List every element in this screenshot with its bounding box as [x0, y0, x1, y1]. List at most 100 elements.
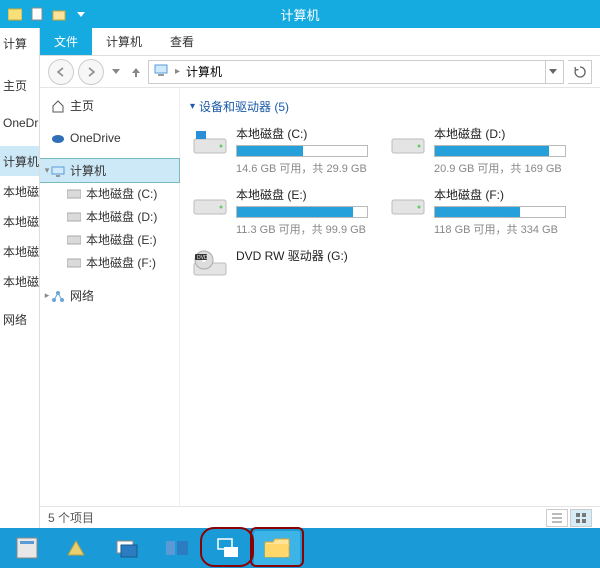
drive-icon	[66, 209, 82, 225]
content-pane: ▾ 设备和驱动器 (5) 本地磁盘 (C:) 14.6 GB 可用，共 29.9…	[180, 88, 600, 506]
up-button[interactable]	[128, 59, 144, 85]
ribbon-tab-computer[interactable]: 计算机	[92, 28, 156, 55]
drive-icon	[66, 232, 82, 248]
edge-item: 本地磁	[0, 176, 39, 206]
details-view-button[interactable]	[546, 509, 568, 527]
explorer-window: 文件 计算机 查看 ▸ 计算机	[40, 28, 600, 528]
drive-stats: 14.6 GB 可用，共 29.9 GB	[236, 160, 368, 176]
edge-item: 本地磁	[0, 206, 39, 236]
back-button[interactable]	[48, 59, 74, 85]
usage-bar	[434, 145, 566, 157]
drive-name: 本地磁盘 (E:)	[236, 186, 368, 203]
drive-icon	[390, 186, 426, 222]
taskbar-app-5[interactable]	[204, 531, 250, 565]
drive-item[interactable]: 本地磁盘 (F:) 118 GB 可用，共 334 GB	[388, 184, 568, 239]
taskbar-app-3[interactable]	[104, 531, 150, 565]
recent-dropdown-button[interactable]	[108, 59, 124, 85]
tree-drive-e[interactable]: 本地磁盘 (E:)	[40, 228, 179, 251]
drive-icon	[390, 125, 426, 161]
tree-computer[interactable]: ▾ 计算机	[40, 159, 179, 182]
drive-item[interactable]: 本地磁盘 (C:) 14.6 GB 可用，共 29.9 GB	[190, 123, 370, 178]
window-title: 计算机	[280, 5, 319, 24]
address-dropdown-button[interactable]	[545, 61, 559, 83]
dvd-drive-item[interactable]: DVD DVD RW 驱动器 (G:)	[190, 245, 370, 285]
tree-label: OneDrive	[70, 131, 121, 145]
taskbar	[0, 528, 600, 568]
file-tab[interactable]: 文件	[40, 28, 92, 55]
navigation-tree: 主页 OneDrive ▾ 计算机 本地磁盘 (C:) 本地磁盘 (D:)	[40, 88, 180, 506]
background-window-edge: 计算 主页 OneDrive 计算机 本地磁 本地磁 本地磁 本地磁 网络	[0, 28, 40, 528]
taskbar-app-2[interactable]	[54, 531, 100, 565]
tree-drive-c[interactable]: 本地磁盘 (C:)	[40, 182, 179, 205]
icons-view-button[interactable]	[570, 509, 592, 527]
drive-stats: 11.3 GB 可用，共 99.9 GB	[236, 221, 368, 237]
drive-name: 本地磁盘 (D:)	[434, 125, 566, 142]
drive-item[interactable]: 本地磁盘 (E:) 11.3 GB 可用，共 99.9 GB	[190, 184, 370, 239]
refresh-button[interactable]	[568, 60, 592, 84]
forward-button[interactable]	[78, 59, 104, 85]
address-bar[interactable]: ▸ 计算机	[148, 60, 564, 84]
edge-item: 主页	[0, 70, 39, 100]
edge-item: 本地磁	[0, 236, 39, 266]
drive-stats: 118 GB 可用，共 334 GB	[434, 221, 566, 237]
computer-icon	[153, 62, 169, 81]
tree-label: 本地磁盘 (C:)	[86, 185, 157, 202]
group-header-label: 设备和驱动器 (5)	[199, 98, 289, 115]
drive-name: DVD RW 驱动器 (G:)	[236, 247, 368, 264]
edge-item: 计算	[0, 28, 39, 58]
usage-bar	[434, 206, 566, 218]
drive-stats: 20.9 GB 可用，共 169 GB	[434, 160, 566, 176]
address-segment[interactable]: 计算机	[186, 63, 222, 80]
status-bar: 5 个项目	[40, 506, 600, 528]
tree-home[interactable]: 主页	[40, 94, 179, 117]
tree-onedrive[interactable]: OneDrive	[40, 127, 179, 149]
expander-icon[interactable]: ▾	[42, 166, 52, 176]
system-menu-icon[interactable]	[6, 5, 24, 23]
usage-fill	[435, 146, 549, 156]
tree-label: 本地磁盘 (F:)	[86, 254, 156, 271]
address-row: ▸ 计算机	[40, 56, 600, 88]
drive-icon	[66, 255, 82, 271]
group-header[interactable]: ▾ 设备和驱动器 (5)	[190, 94, 590, 119]
expander-icon[interactable]: ▸	[42, 291, 52, 301]
qat-properties-icon[interactable]	[28, 5, 46, 23]
edge-item: 网络	[0, 304, 39, 334]
status-text: 5 个项目	[48, 509, 94, 526]
tree-drive-f[interactable]: 本地磁盘 (F:)	[40, 251, 179, 274]
tree-label: 主页	[70, 97, 94, 114]
tree-label: 网络	[70, 287, 94, 304]
taskbar-explorer[interactable]	[254, 531, 300, 565]
usage-bar	[236, 206, 368, 218]
taskbar-app-4[interactable]	[154, 531, 200, 565]
edge-item: 计算机	[0, 146, 39, 176]
tree-network[interactable]: ▸ 网络	[40, 284, 179, 307]
usage-fill	[237, 207, 353, 217]
network-icon	[50, 288, 66, 304]
svg-text:DVD: DVD	[197, 255, 208, 261]
drive-item[interactable]: 本地磁盘 (D:) 20.9 GB 可用，共 169 GB	[388, 123, 568, 178]
dvd-icon: DVD	[192, 247, 228, 283]
address-chevron[interactable]: ▸	[175, 66, 180, 77]
computer-icon	[50, 163, 66, 179]
title-bar: 计算机	[0, 0, 600, 28]
edge-item: OneDrive	[0, 108, 39, 138]
ribbon-tab-view[interactable]: 查看	[156, 28, 208, 55]
tree-label: 计算机	[70, 162, 106, 179]
drive-icon	[192, 125, 228, 161]
usage-fill	[435, 207, 520, 217]
drive-name: 本地磁盘 (C:)	[236, 125, 368, 142]
taskbar-app-1[interactable]	[4, 531, 50, 565]
ribbon: 文件 计算机 查看	[40, 28, 600, 56]
chevron-down-icon: ▾	[190, 101, 195, 112]
usage-bar	[236, 145, 368, 157]
tree-label: 本地磁盘 (D:)	[86, 208, 157, 225]
onedrive-icon	[50, 130, 66, 146]
drive-icon	[192, 186, 228, 222]
qat-dropdown-icon[interactable]	[72, 5, 90, 23]
usage-fill	[237, 146, 303, 156]
qat-newfolder-icon[interactable]	[50, 5, 68, 23]
edge-item: 本地磁	[0, 266, 39, 296]
tree-drive-d[interactable]: 本地磁盘 (D:)	[40, 205, 179, 228]
drive-icon	[66, 186, 82, 202]
tree-label: 本地磁盘 (E:)	[86, 231, 157, 248]
